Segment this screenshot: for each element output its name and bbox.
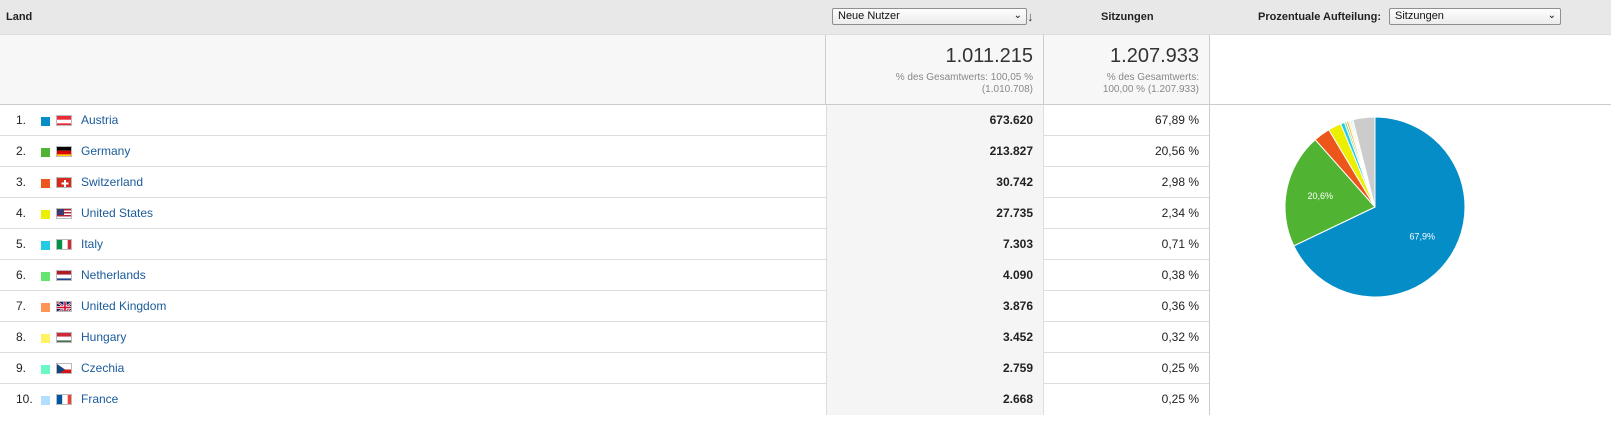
new-users-value: 7.303: [826, 229, 1044, 260]
table-row: 10. France 2.668 0,25 %: [0, 384, 1210, 415]
country-link[interactable]: Hungary: [81, 322, 126, 353]
table-row: 1. Austria 673.620 67,89 %: [0, 105, 1210, 136]
sessions-share-value: 0,71 %: [1044, 229, 1210, 260]
color-swatch-icon: [41, 396, 50, 405]
chevron-down-icon: ⌄: [1547, 10, 1556, 21]
us-flag-icon: [56, 208, 72, 219]
new-users-value: 30.742: [826, 167, 1044, 198]
color-swatch-icon: [41, 179, 50, 188]
at-flag-icon: [56, 115, 72, 126]
distribution-label: Prozentuale Aufteilung:: [1258, 11, 1382, 23]
country-link[interactable]: Germany: [81, 136, 130, 167]
sessions-share-value: 2,34 %: [1044, 198, 1210, 229]
sessions-share-value: 0,38 %: [1044, 260, 1210, 291]
totals-label-cell: [0, 35, 826, 104]
sessions-share-value: 67,89 %: [1044, 105, 1210, 136]
country-link[interactable]: United Kingdom: [81, 291, 166, 322]
nl-flag-icon: [56, 270, 72, 281]
new-users-value: 213.827: [826, 136, 1044, 167]
country-link[interactable]: France: [81, 384, 118, 415]
sessions-share-value: 2,98 %: [1044, 167, 1210, 198]
sessions-total-percent: % des Gesamtwerts:: [1106, 72, 1199, 83]
hu-flag-icon: [56, 332, 72, 343]
country-link[interactable]: Switzerland: [81, 167, 143, 198]
totals-row: 1.011.215 % des Gesamtwerts: 100,05 % (1…: [0, 35, 1611, 104]
table-row: 9. Czechia 2.759 0,25 %: [0, 353, 1210, 384]
color-swatch-icon: [41, 365, 50, 374]
fr-flag-icon: [56, 394, 72, 405]
de-flag-icon: [56, 146, 72, 157]
country-column-header[interactable]: Land: [6, 11, 32, 23]
country-link[interactable]: Netherlands: [81, 260, 146, 291]
table-row: 7. United Kingdom 3.876 0,36 %: [0, 291, 1210, 322]
pie-chart-panel: 67,9% 20,6%: [1210, 104, 1611, 425]
country-link[interactable]: Italy: [81, 229, 103, 260]
distribution-select-value: Sitzungen: [1395, 10, 1444, 22]
new-users-value: 3.876: [826, 291, 1044, 322]
color-swatch-icon: [41, 148, 50, 157]
new-users-total-cell: 1.011.215 % des Gesamtwerts: 100,05 % (1…: [826, 35, 1044, 104]
new-users-total-percent: % des Gesamtwerts: 100,05 %: [895, 72, 1033, 83]
distribution-select[interactable]: Sitzungen ⌄: [1389, 8, 1561, 25]
country-link[interactable]: Czechia: [81, 353, 124, 384]
pie-slice-label: 67,9%: [1409, 232, 1435, 242]
color-swatch-icon: [41, 303, 50, 312]
it-flag-icon: [56, 239, 72, 250]
table-body: 1. Austria 673.620 67,89 % 2. Germany 213.827 2…: [0, 104, 1210, 415]
color-swatch-icon: [41, 117, 50, 126]
new-users-value: 2.759: [826, 353, 1044, 384]
table-row: 6. Netherlands 4.090 0,38 %: [0, 260, 1210, 291]
pie-chart: 67,9% 20,6%: [1284, 116, 1466, 298]
sessions-share-value: 0,25 %: [1044, 353, 1210, 384]
color-swatch-icon: [41, 210, 50, 219]
ch-flag-icon: [56, 177, 72, 188]
sessions-total: 1.207.933: [1110, 45, 1199, 67]
metric-select-value: Neue Nutzer: [838, 10, 900, 22]
metric-select[interactable]: Neue Nutzer ⌄: [832, 8, 1027, 25]
table-header: Land Neue Nutzer ⌄ ↓ Sitzungen Prozentua…: [0, 0, 1611, 35]
new-users-value: 3.452: [826, 322, 1044, 353]
table-row: 2. Germany 213.827 20,56 %: [0, 136, 1210, 167]
sessions-share-value: 0,25 %: [1044, 384, 1210, 415]
country-link[interactable]: Austria: [81, 105, 118, 136]
cz-flag-icon: [56, 363, 72, 374]
new-users-total: 1.011.215: [945, 45, 1034, 67]
sessions-column-header[interactable]: Sitzungen: [1101, 11, 1154, 23]
color-swatch-icon: [41, 334, 50, 343]
new-users-value: 673.620: [826, 105, 1044, 136]
sessions-share-value: 0,32 %: [1044, 322, 1210, 353]
chevron-down-icon: ⌄: [1013, 10, 1022, 21]
country-link[interactable]: United States: [81, 198, 153, 229]
gb-flag-icon: [56, 301, 72, 312]
color-swatch-icon: [41, 241, 50, 250]
color-swatch-icon: [41, 272, 50, 281]
table-row: 5. Italy 7.303 0,71 %: [0, 229, 1210, 260]
sort-descending-icon[interactable]: ↓: [1027, 9, 1034, 24]
sessions-share-value: 0,36 %: [1044, 291, 1210, 322]
table-row: 4. United States 27.735 2,34 %: [0, 198, 1210, 229]
new-users-value: 2.668: [826, 384, 1044, 415]
sessions-share-value: 20,56 %: [1044, 136, 1210, 167]
new-users-value: 27.735: [826, 198, 1044, 229]
new-users-value: 4.090: [826, 260, 1044, 291]
table-row: 3. Switzerland 30.742 2,98 %: [0, 167, 1210, 198]
pie-slice-label: 20,6%: [1308, 191, 1334, 201]
sessions-total-absolute: 100,00 % (1.207.933): [1102, 84, 1199, 95]
sessions-total-cell: 1.207.933 % des Gesamtwerts: 100,00 % (1…: [1044, 35, 1210, 104]
table-row: 8. Hungary 3.452 0,32 %: [0, 322, 1210, 353]
new-users-total-absolute: (1.010.708): [981, 84, 1033, 95]
